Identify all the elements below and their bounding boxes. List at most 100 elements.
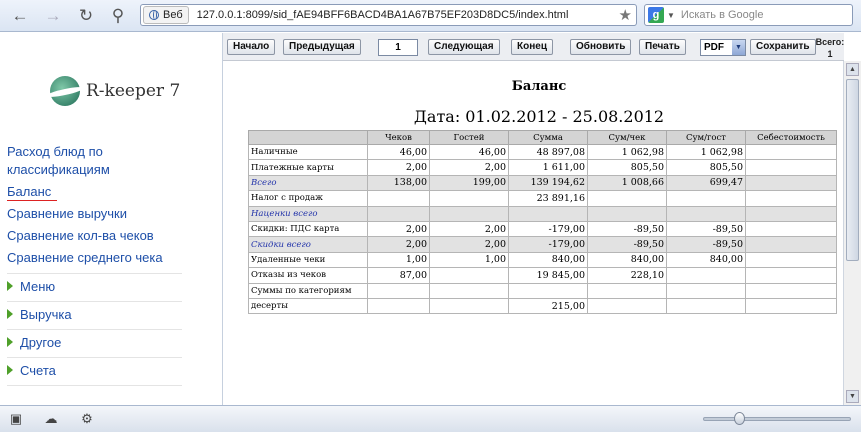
cloud-icon[interactable]: ☁ [42, 411, 60, 427]
table-cell [429, 205, 509, 222]
key-icon[interactable]: ⚲ [108, 6, 128, 26]
column-header: Чеков [367, 130, 430, 145]
prev-page-button[interactable]: Предыдущая [283, 39, 361, 55]
table-cell: 87,00 [367, 267, 430, 284]
link-avg-check-compare[interactable]: Сравнение среднего чека [7, 249, 217, 267]
table-row: Отказы из чеков 87,00 19 845,00 228,10 [248, 267, 837, 284]
table-row: Удаленные чеки 1,00 1,00 840,00 840,00 840,00 [248, 251, 837, 269]
table-cell: 19 845,00 [508, 267, 588, 284]
table-cell: -179,00 [508, 236, 588, 253]
row-label: десерты [248, 297, 368, 315]
browser-toolbar: ← → ↻ ⚲ Веб 127.0.0.1:8099/sid_fAE94BFF6… [0, 0, 861, 32]
link-balance-label: Баланс [7, 184, 52, 199]
back-arrow-icon[interactable]: ← [10, 6, 30, 26]
forward-arrow-icon[interactable]: → [43, 6, 63, 26]
link-revenue-compare[interactable]: Сравнение выручки [7, 205, 217, 223]
first-page-button[interactable]: Начало [227, 39, 276, 55]
row-label: Удаленные чеки [248, 251, 368, 269]
table-cell: 2,00 [429, 220, 509, 238]
table-cell [666, 205, 746, 222]
table-row: десерты 215,00 [248, 297, 837, 315]
table-row: Суммы по категориям [248, 282, 837, 299]
star-icon[interactable]: ★ [619, 6, 632, 24]
table-cell [367, 297, 430, 315]
table-cell [508, 282, 588, 299]
refresh-button[interactable]: Обновить [570, 39, 632, 55]
table-cell: 228,10 [587, 267, 667, 284]
table-cell: 840,00 [508, 251, 588, 269]
table-row: Наценки всего [248, 205, 837, 222]
row-label: Отказы из чеков [248, 267, 368, 284]
table-row: Платежные карты 2,00 2,00 1 611,00 805,50 805… [248, 159, 837, 176]
site-info-chip[interactable]: Веб [143, 6, 189, 24]
next-page-button[interactable]: Следующая [428, 39, 500, 55]
save-button[interactable]: Сохранить [750, 39, 816, 55]
table-cell: -179,00 [508, 220, 588, 238]
table-cell: -89,50 [587, 236, 667, 253]
url-text[interactable]: 127.0.0.1:8099/sid_fAE94BFF6BACD4BA1A67B… [197, 9, 569, 21]
active-underline [7, 200, 57, 201]
scroll-up-icon[interactable]: ▲ [846, 63, 859, 76]
table-row: Скидки всего 2,00 2,00 -179,00 -89,50 -89,50 [248, 236, 837, 253]
menu-item-revenue[interactable]: Выручка [7, 304, 187, 324]
divider [7, 273, 182, 274]
scroll-thumb[interactable] [846, 79, 859, 261]
table-cell [587, 190, 667, 207]
table-cell: 2,00 [367, 220, 430, 238]
menu-item-label: Счета [20, 362, 56, 378]
totals-value: 1 [827, 49, 833, 59]
table-cell [429, 190, 509, 207]
vertical-scrollbar[interactable]: ▲ ▼ [843, 61, 861, 405]
menu-item-menu[interactable]: Меню [7, 276, 187, 296]
search-input[interactable]: Искать в Google [681, 9, 764, 21]
page-number-input[interactable]: 1 [378, 39, 418, 56]
status-bar: ▣ ☁ ⚙ [0, 405, 861, 432]
menu-item-label: Меню [20, 278, 56, 294]
chevron-down-icon[interactable]: ▼ [667, 11, 675, 20]
link-check-count-compare[interactable]: Сравнение кол-ва чеков [7, 227, 217, 245]
export-format-select[interactable]: PDF ▼ [700, 39, 746, 56]
report-links: Расход блюд по классификациям Баланс Сра… [7, 143, 217, 267]
reload-icon[interactable]: ↻ [76, 6, 96, 26]
column-header [248, 130, 368, 145]
chevron-down-icon[interactable]: ▼ [732, 40, 745, 55]
link-dish-consumption[interactable]: Расход блюд по [7, 143, 217, 161]
address-bar[interactable]: Веб 127.0.0.1:8099/sid_fAE94BFF6BACD4BA1… [140, 4, 637, 26]
table-cell: 1 062,98 [666, 143, 746, 161]
table-cell: 2,00 [429, 236, 509, 253]
menu-item-other[interactable]: Другое [7, 332, 187, 352]
table-cell [745, 282, 837, 299]
google-icon: g [648, 7, 664, 23]
zoom-slider[interactable] [703, 412, 851, 425]
print-button[interactable]: Печать [639, 39, 686, 55]
console-icon[interactable]: ▣ [7, 411, 25, 427]
table-row: Налог с продаж 23 891,16 [248, 190, 837, 207]
last-page-button[interactable]: Конец [511, 39, 553, 55]
row-label: Налог с продаж [248, 190, 368, 207]
table-cell: 215,00 [508, 297, 588, 315]
table-cell [745, 236, 837, 253]
menu-item-checks[interactable]: Счета [7, 360, 187, 380]
table-cell [745, 220, 837, 238]
table-cell [429, 267, 509, 284]
link-dish-consumption-cont[interactable]: классификациям [7, 161, 217, 179]
gear-icon[interactable]: ⚙ [78, 411, 96, 427]
column-header: Гостей [429, 130, 509, 145]
table-cell: 1 611,00 [508, 159, 588, 176]
link-balance[interactable]: Баланс [7, 183, 217, 201]
row-label: Всего [248, 174, 368, 192]
table-cell [587, 205, 667, 222]
table-cell: 139 194,62 [508, 174, 588, 192]
table-cell: 23 891,16 [508, 190, 588, 207]
search-box[interactable]: g ▼ Искать в Google [644, 4, 853, 26]
table-cell [745, 267, 837, 284]
table-cell [587, 297, 667, 315]
table-cell: -89,50 [587, 220, 667, 238]
zoom-slider-handle[interactable] [734, 412, 745, 425]
table-cell: 199,00 [429, 174, 509, 192]
column-header: Себестоимость [745, 130, 837, 145]
app-logo: R-keeper 7 [50, 71, 190, 111]
table-body: Наличные 46,00 46,00 48 897,08 1 062,98 1 062… [248, 143, 837, 315]
triangle-right-icon [7, 309, 13, 319]
scroll-down-icon[interactable]: ▼ [846, 390, 859, 403]
